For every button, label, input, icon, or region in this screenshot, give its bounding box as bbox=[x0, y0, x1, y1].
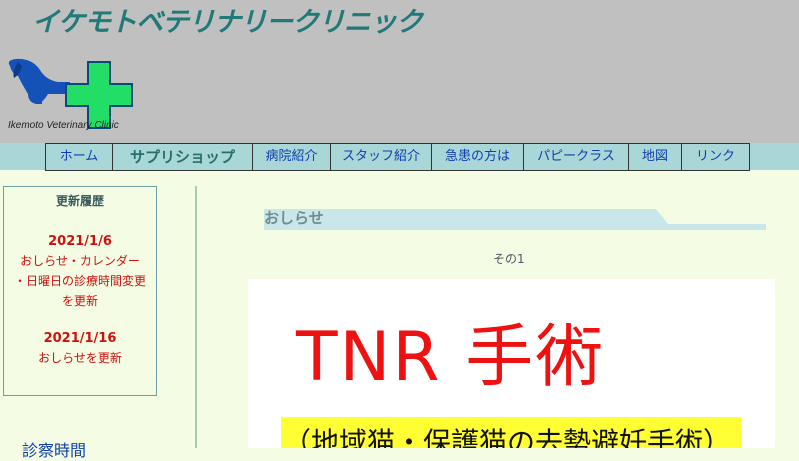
cross-icon bbox=[65, 61, 133, 129]
update-text: おしらせを更新 bbox=[38, 351, 122, 365]
sidebar-divider bbox=[195, 186, 197, 448]
update-text: を更新 bbox=[61, 294, 98, 308]
news-heading-bar bbox=[264, 209, 766, 230]
nav-clinic-intro[interactable]: 病院紹介 bbox=[253, 144, 331, 170]
news-heading: おしらせ bbox=[264, 209, 324, 227]
nav-emergency[interactable]: 急患の方は bbox=[432, 144, 524, 170]
nav-puppy-class[interactable]: パピークラス bbox=[524, 144, 629, 170]
update-date: 2021/1/6 bbox=[48, 234, 112, 249]
site-header: イケモトベテリナリークリニック Ikemoto Veterinary Clini… bbox=[0, 0, 799, 143]
nav-home[interactable]: ホーム bbox=[46, 144, 113, 170]
update-history-box: 更新履歴 2021/1/6 おしらせ・カレンダー ・日曜日の診療時間変更 を更新… bbox=[3, 186, 157, 396]
site-title[interactable]: イケモトベテリナリークリニック bbox=[32, 0, 423, 39]
update-text: ・日曜日の診療時間変更 bbox=[13, 274, 146, 288]
update-history-title: 更新履歴 bbox=[55, 194, 104, 208]
news-subheading: その1 bbox=[493, 252, 525, 266]
consultation-hours-link[interactable]: 診察時間 bbox=[22, 437, 86, 461]
logo-caption: Ikemoto Veterinary Clinic bbox=[8, 120, 119, 131]
update-date: 2021/1/16 bbox=[43, 331, 117, 346]
tnr-notice-image: TNR 手術 （地域猫・保護猫の去勢避妊手術） bbox=[248, 279, 775, 448]
dachshund-icon bbox=[8, 58, 70, 104]
nav-supplement-shop[interactable]: サプリショップ bbox=[113, 144, 253, 170]
update-text: おしらせ・カレンダー bbox=[20, 254, 140, 268]
main-navigation: ホーム サプリショップ 病院紹介 スタッフ紹介 急患の方は パピークラス 地図 … bbox=[45, 143, 750, 171]
notice-subtitle: （地域猫・保護猫の去勢避妊手術） bbox=[283, 426, 732, 448]
nav-links[interactable]: リンク bbox=[682, 144, 750, 170]
notice-title: TNR 手術 bbox=[296, 318, 606, 397]
nav-map[interactable]: 地図 bbox=[629, 144, 682, 170]
nav-staff-intro[interactable]: スタッフ紹介 bbox=[331, 144, 432, 170]
